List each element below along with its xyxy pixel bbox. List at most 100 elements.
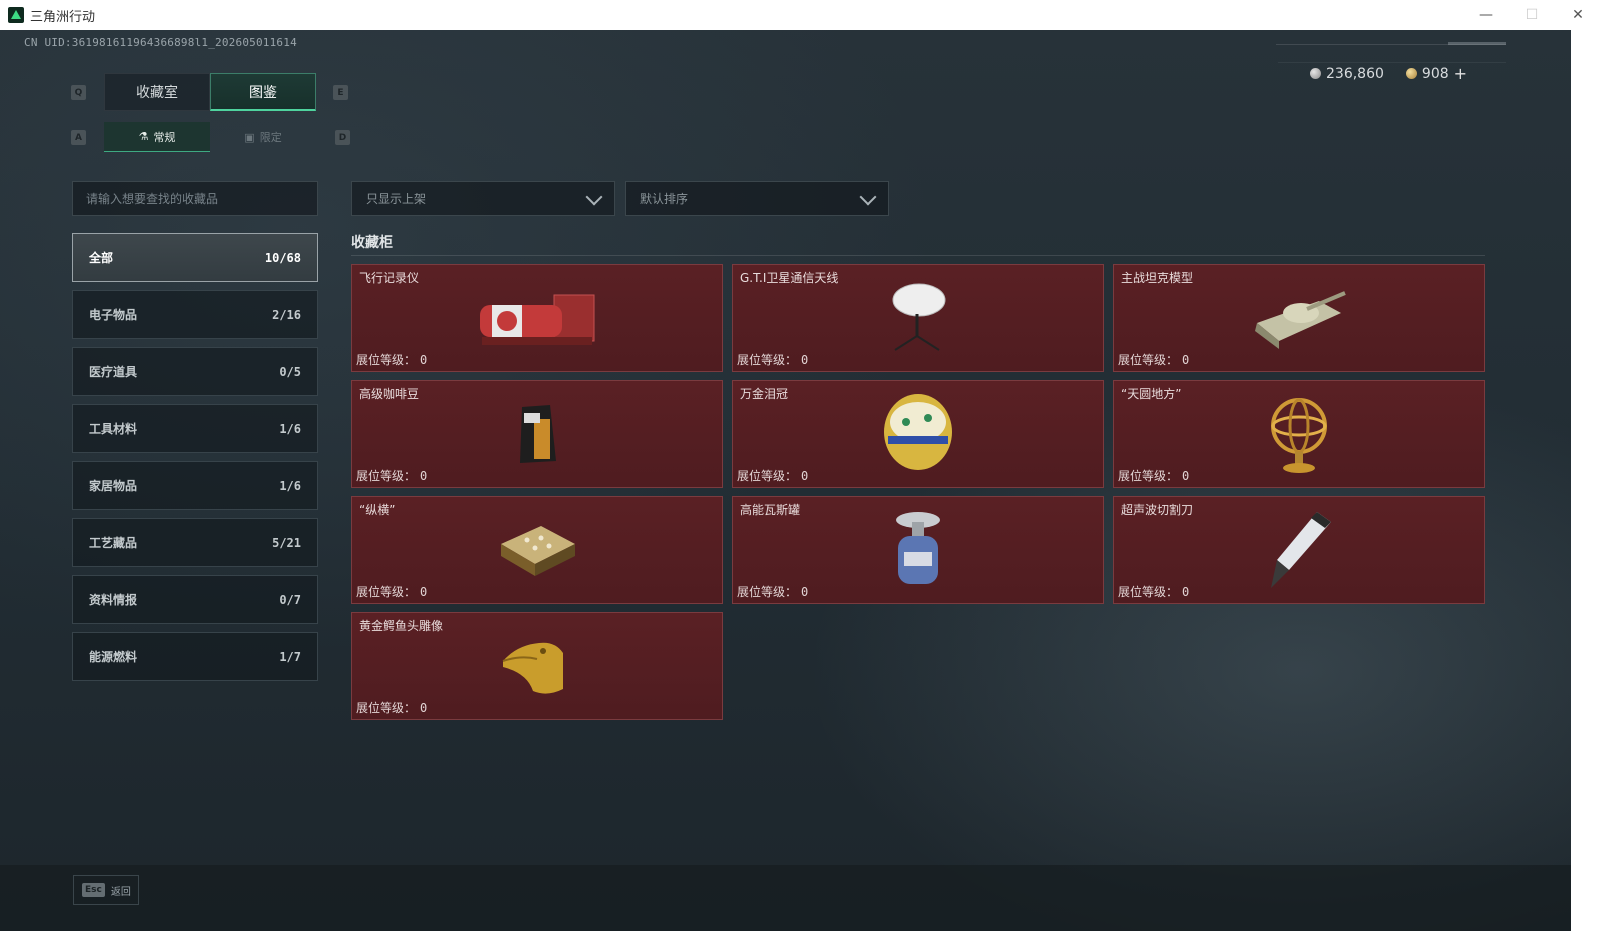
window-titlebar: 三角洲行动 — ☐ ✕ bbox=[0, 0, 1601, 30]
collectible-card[interactable]: “天圆地方” 展位等级： 0 bbox=[1113, 380, 1485, 488]
item-name: G.T.I卫星通信天线 bbox=[740, 271, 839, 285]
booth-level: 展位等级： 0 bbox=[356, 353, 428, 367]
gold-amount: 908 bbox=[1421, 65, 1449, 82]
category-count: 0/5 bbox=[279, 364, 301, 379]
search-box bbox=[72, 181, 318, 216]
category-intel[interactable]: 资料情报 0/7 bbox=[72, 575, 318, 624]
category-count: 2/16 bbox=[272, 307, 301, 322]
app-logo-icon bbox=[8, 7, 24, 23]
tab-catalog[interactable]: 图鉴 bbox=[210, 73, 316, 111]
category-count: 0/7 bbox=[279, 592, 301, 607]
filter-selected: 只显示上架 bbox=[366, 192, 427, 206]
satellite-antenna-icon bbox=[892, 283, 946, 351]
search-input[interactable] bbox=[86, 191, 317, 206]
category-energy[interactable]: 能源燃料 1/7 bbox=[72, 632, 318, 681]
tank-model-icon bbox=[1255, 291, 1346, 349]
chevron-down-icon bbox=[859, 188, 877, 206]
subtab-regular-label: 常规 bbox=[153, 130, 176, 144]
chessboard-icon bbox=[501, 526, 575, 576]
category-label: 医疗道具 bbox=[89, 365, 138, 379]
item-name: 高能瓦斯罐 bbox=[740, 503, 801, 517]
jeweled-egg-icon bbox=[884, 394, 952, 470]
category-count: 1/6 bbox=[279, 478, 301, 493]
key-hint-a: A bbox=[71, 130, 86, 145]
gold-currency: 908 + bbox=[1405, 64, 1467, 83]
collectible-card[interactable]: 高能瓦斯罐 展位等级： 0 bbox=[732, 496, 1104, 604]
minimize-button[interactable]: — bbox=[1463, 0, 1509, 30]
collectible-card[interactable]: 超声波切割刀 展位等级： 0 bbox=[1113, 496, 1485, 604]
category-tools[interactable]: 工具材料 1/6 bbox=[72, 404, 318, 453]
booth-level: 展位等级： 0 bbox=[737, 353, 809, 367]
category-label: 能源燃料 bbox=[89, 650, 138, 664]
key-hint-e: E bbox=[333, 85, 348, 100]
coffee-bag-icon bbox=[520, 405, 556, 463]
category-label: 工艺藏品 bbox=[89, 536, 138, 550]
sub-tabs: ⚗ 常规 ▣ 限定 bbox=[104, 122, 316, 152]
flight-recorder-icon bbox=[480, 294, 595, 345]
category-crafts[interactable]: 工艺藏品 5/21 bbox=[72, 518, 318, 567]
item-name: 黄金鳄鱼头雕像 bbox=[359, 619, 444, 633]
close-button[interactable]: ✕ bbox=[1555, 0, 1601, 30]
item-name: 万金泪冠 bbox=[740, 387, 789, 401]
category-medical[interactable]: 医疗道具 0/5 bbox=[72, 347, 318, 396]
window-edge bbox=[1571, 30, 1601, 931]
uid-label: CN UID:361981611964366898l1_202605011614 bbox=[24, 36, 297, 49]
ultrasonic-knife-icon bbox=[1271, 512, 1331, 588]
maximize-button[interactable]: ☐ bbox=[1509, 0, 1555, 30]
divider-accent bbox=[1448, 42, 1506, 45]
collectible-card[interactable]: 飞行记录仪 展位等级： 0 bbox=[351, 264, 723, 372]
item-name: 主战坦克模型 bbox=[1121, 271, 1194, 285]
subtab-regular[interactable]: ⚗ 常规 bbox=[104, 122, 210, 152]
tab-collection-room[interactable]: 收藏室 bbox=[104, 73, 210, 111]
bottom-bar bbox=[0, 865, 1571, 931]
item-name: “纵横” bbox=[359, 503, 396, 517]
window-title: 三角洲行动 bbox=[30, 9, 96, 25]
collectible-card[interactable]: 万金泪冠 展位等级： 0 bbox=[732, 380, 1104, 488]
silver-amount: 236,860 bbox=[1326, 65, 1384, 82]
game-viewport: CN UID:361981611964366898l1_202605011614… bbox=[0, 30, 1601, 931]
category-all[interactable]: 全部 10/68 bbox=[72, 233, 318, 282]
collectible-card[interactable]: “纵横” 展位等级： 0 bbox=[351, 496, 723, 604]
item-name: “天圆地方” bbox=[1121, 387, 1182, 401]
currency-bar: 236,860 908 + bbox=[1278, 62, 1506, 84]
category-count: 1/6 bbox=[279, 421, 301, 436]
booth-level: 展位等级： 0 bbox=[356, 701, 428, 715]
item-name: 超声波切割刀 bbox=[1121, 503, 1194, 517]
frame-icon: ▣ bbox=[244, 130, 255, 144]
gold-crocodile-statue-icon bbox=[502, 642, 563, 694]
booth-level: 展位等级： 0 bbox=[1118, 353, 1190, 367]
collectible-card[interactable]: G.T.I卫星通信天线 展位等级： 0 bbox=[732, 264, 1104, 372]
back-label: 返回 bbox=[110, 886, 131, 898]
item-name: 高级咖啡豆 bbox=[359, 387, 420, 401]
back-button[interactable]: Esc 返回 bbox=[73, 875, 139, 905]
gas-canister-icon bbox=[896, 512, 940, 584]
category-label: 资料情报 bbox=[89, 593, 138, 607]
subtab-limited[interactable]: ▣ 限定 bbox=[210, 122, 316, 152]
vial-icon: ⚗ bbox=[138, 130, 149, 143]
divider bbox=[351, 255, 1485, 256]
category-count: 1/7 bbox=[279, 649, 301, 664]
chevron-down-icon bbox=[585, 188, 603, 206]
sort-selected: 默认排序 bbox=[640, 192, 689, 206]
booth-level: 展位等级： 0 bbox=[356, 585, 428, 599]
collectible-card[interactable]: 黄金鳄鱼头雕像 展位等级： 0 bbox=[351, 612, 723, 720]
collectible-card[interactable]: 高级咖啡豆 展位等级： 0 bbox=[351, 380, 723, 488]
subtab-limited-label: 限定 bbox=[259, 131, 282, 144]
category-electronics[interactable]: 电子物品 2/16 bbox=[72, 290, 318, 339]
armillary-sphere-icon bbox=[1271, 398, 1327, 473]
collectible-card[interactable]: 主战坦克模型 展位等级： 0 bbox=[1113, 264, 1485, 372]
booth-level: 展位等级： 0 bbox=[1118, 585, 1190, 599]
category-label: 电子物品 bbox=[89, 308, 138, 322]
item-name: 飞行记录仪 bbox=[359, 271, 420, 285]
key-hint-d: D bbox=[335, 130, 350, 145]
booth-level: 展位等级： 0 bbox=[356, 469, 428, 483]
category-household[interactable]: 家居物品 1/6 bbox=[72, 461, 318, 510]
add-currency-button[interactable]: + bbox=[1454, 64, 1467, 83]
silver-currency: 236,860 bbox=[1310, 66, 1384, 82]
filter-dropdown[interactable]: 只显示上架 bbox=[351, 181, 615, 216]
sort-dropdown[interactable]: 默认排序 bbox=[625, 181, 889, 216]
esc-key-hint: Esc bbox=[82, 883, 105, 897]
gold-coin-icon bbox=[1405, 68, 1417, 79]
category-count: 5/21 bbox=[272, 535, 301, 550]
key-hint-q: Q bbox=[71, 85, 86, 100]
